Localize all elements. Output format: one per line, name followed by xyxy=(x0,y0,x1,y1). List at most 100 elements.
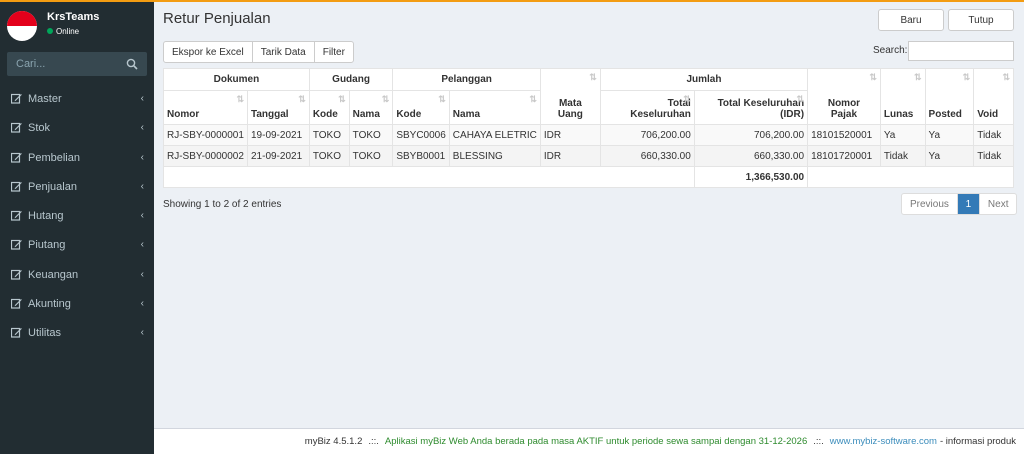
group-header-jumlah: Jumlah xyxy=(599,68,809,91)
sidebar-item-label: Utilitas xyxy=(28,327,62,340)
col-nomor-pajak[interactable]: ⇅ Nomor Pajak xyxy=(807,68,881,125)
new-button[interactable]: Baru xyxy=(878,9,944,31)
cell-gudang-nama: TOKO xyxy=(348,124,394,146)
entries-info: Showing 1 to 2 of 2 entries xyxy=(163,199,282,210)
sidebar-item-label: Hutang xyxy=(28,210,64,223)
user-panel: KrsTeams Online xyxy=(0,2,154,46)
sidebar-item-master[interactable]: Master ‹ xyxy=(0,84,154,113)
sidebar-menu: Master ‹ Stok ‹ Pembelian ‹ Penjualan ‹ … xyxy=(0,84,154,348)
sidebar-item-label: Keuangan xyxy=(28,268,79,281)
edit-icon xyxy=(11,123,22,133)
search-input[interactable] xyxy=(908,41,1014,61)
col-pelanggan-nama[interactable]: ⇅ Nama xyxy=(448,90,541,125)
edit-icon xyxy=(11,298,22,309)
sort-icon: ⇅ xyxy=(236,94,244,104)
page-1-button[interactable]: 1 xyxy=(957,194,980,214)
chevron-left-icon: ‹ xyxy=(140,180,144,192)
search-label: Search: xyxy=(873,45,908,56)
col-total-idr[interactable]: ⇅ Total Keseluruhan (IDR) xyxy=(693,90,809,125)
group-header-pelanggan: Pelanggan xyxy=(392,68,541,91)
cell-mata-uang: IDR xyxy=(539,124,601,146)
table-toolbar: Ekspor ke Excel Tarik Data Filter xyxy=(163,41,354,63)
col-gudang-nama[interactable]: ⇅ Nama xyxy=(348,90,394,125)
sort-icon: ⇅ xyxy=(796,94,805,104)
col-lunas[interactable]: ⇅ Lunas xyxy=(879,68,926,125)
sort-icon: ⇅ xyxy=(962,72,971,82)
col-void[interactable]: ⇅ Void xyxy=(973,68,1014,125)
cell-pelanggan-nama: BLESSING xyxy=(448,145,541,167)
sidebar-item-akunting[interactable]: Akunting ‹ xyxy=(0,289,154,318)
sort-icon: ⇅ xyxy=(338,94,346,104)
col-total[interactable]: ⇅ Total Keseluruhan xyxy=(599,90,695,125)
chevron-left-icon: ‹ xyxy=(140,327,144,339)
footer-spacer xyxy=(163,166,695,188)
main-content: Retur Penjualan Baru Tutup Ekspor ke Exc… xyxy=(154,2,1024,428)
sidebar-item-label: Pembelian xyxy=(28,151,80,164)
close-button[interactable]: Tutup xyxy=(948,9,1014,31)
cell-nomor: RJ-SBY-0000001 xyxy=(163,124,248,146)
filter-button[interactable]: Filter xyxy=(315,42,353,62)
chevron-left-icon: ‹ xyxy=(140,239,144,251)
edit-icon xyxy=(11,240,22,251)
footer-license-message: Aplikasi myBiz Web Anda berada pada masa… xyxy=(384,436,808,447)
previous-page-button[interactable]: Previous xyxy=(902,194,958,214)
chevron-left-icon: ‹ xyxy=(140,210,144,222)
table-row[interactable]: RJ-SBY-0000002 21-09-2021 TOKO TOKO SBYB… xyxy=(163,145,1014,167)
cell-tanggal: 21-09-2021 xyxy=(246,145,310,167)
cell-pelanggan-kode: SBYB0001 xyxy=(392,145,450,167)
pull-data-button[interactable]: Tarik Data xyxy=(253,42,315,62)
cell-lunas: Tidak xyxy=(879,145,926,167)
sidebar-item-keuangan[interactable]: Keuangan ‹ xyxy=(0,260,154,289)
footer-separator: .::. xyxy=(368,436,379,447)
cell-total: 706,200.00 xyxy=(599,124,695,146)
col-posted[interactable]: ⇅ Posted xyxy=(924,68,975,125)
pagination: Previous 1 Next xyxy=(901,193,1018,215)
cell-posted: Ya xyxy=(924,124,975,146)
cell-gudang-kode: TOKO xyxy=(308,124,350,146)
sidebar-item-piutang[interactable]: Piutang ‹ xyxy=(0,230,154,259)
sidebar-item-hutang[interactable]: Hutang ‹ xyxy=(0,201,154,230)
user-name: KrsTeams xyxy=(47,11,100,23)
col-nomor[interactable]: ⇅ Nomor xyxy=(163,90,248,125)
next-page-button[interactable]: Next xyxy=(980,194,1017,214)
avatar xyxy=(7,11,37,41)
online-dot-icon xyxy=(47,28,53,34)
sidebar-item-pembelian[interactable]: Pembelian ‹ xyxy=(0,143,154,172)
footer-website-link[interactable]: www.mybiz-software.com xyxy=(830,436,937,447)
cell-void: Tidak xyxy=(973,145,1014,167)
chevron-left-icon: ‹ xyxy=(140,93,144,104)
cell-pelanggan-kode: SBYC0006 xyxy=(392,124,450,146)
sort-icon: ⇅ xyxy=(914,72,922,82)
sort-icon: ⇅ xyxy=(1002,72,1010,82)
cell-total: 660,330.00 xyxy=(599,145,695,167)
cell-lunas: Ya xyxy=(879,124,926,146)
cell-gudang-kode: TOKO xyxy=(308,145,350,167)
col-mata-uang[interactable]: ⇅ Mata Uang xyxy=(539,68,601,125)
edit-icon xyxy=(11,269,22,280)
cell-mata-uang: IDR xyxy=(539,145,601,167)
cell-nomor: RJ-SBY-0000002 xyxy=(163,145,248,167)
sidebar-item-penjualan[interactable]: Penjualan ‹ xyxy=(0,172,154,201)
export-excel-button[interactable]: Ekspor ke Excel xyxy=(164,42,253,62)
user-status: Online xyxy=(47,27,79,36)
group-header-gudang: Gudang xyxy=(308,68,394,91)
sidebar-search xyxy=(7,52,147,76)
search-icon[interactable] xyxy=(126,58,138,70)
chevron-left-icon: ‹ xyxy=(140,151,144,163)
col-pelanggan-kode[interactable]: ⇅ Kode xyxy=(392,90,450,125)
sidebar-item-stok[interactable]: Stok ‹ xyxy=(0,113,154,142)
cell-void: Tidak xyxy=(973,124,1014,146)
col-tanggal[interactable]: ⇅ Tanggal xyxy=(246,90,310,125)
chevron-left-icon: ‹ xyxy=(140,268,144,280)
cell-gudang-nama: TOKO xyxy=(348,145,394,167)
sort-icon: ⇅ xyxy=(869,72,877,82)
edit-icon xyxy=(11,181,22,192)
sidebar-search-input[interactable] xyxy=(7,52,127,76)
col-gudang-kode[interactable]: ⇅ Kode xyxy=(308,90,350,125)
sidebar-item-utilitas[interactable]: Utilitas ‹ xyxy=(0,318,154,347)
table-row[interactable]: RJ-SBY-0000001 19-09-2021 TOKO TOKO SBYC… xyxy=(163,124,1014,146)
edit-icon xyxy=(11,211,22,221)
group-header-dokumen: Dokumen xyxy=(163,68,310,91)
sidebar-item-label: Piutang xyxy=(28,239,66,252)
sort-icon: ⇅ xyxy=(529,94,537,104)
